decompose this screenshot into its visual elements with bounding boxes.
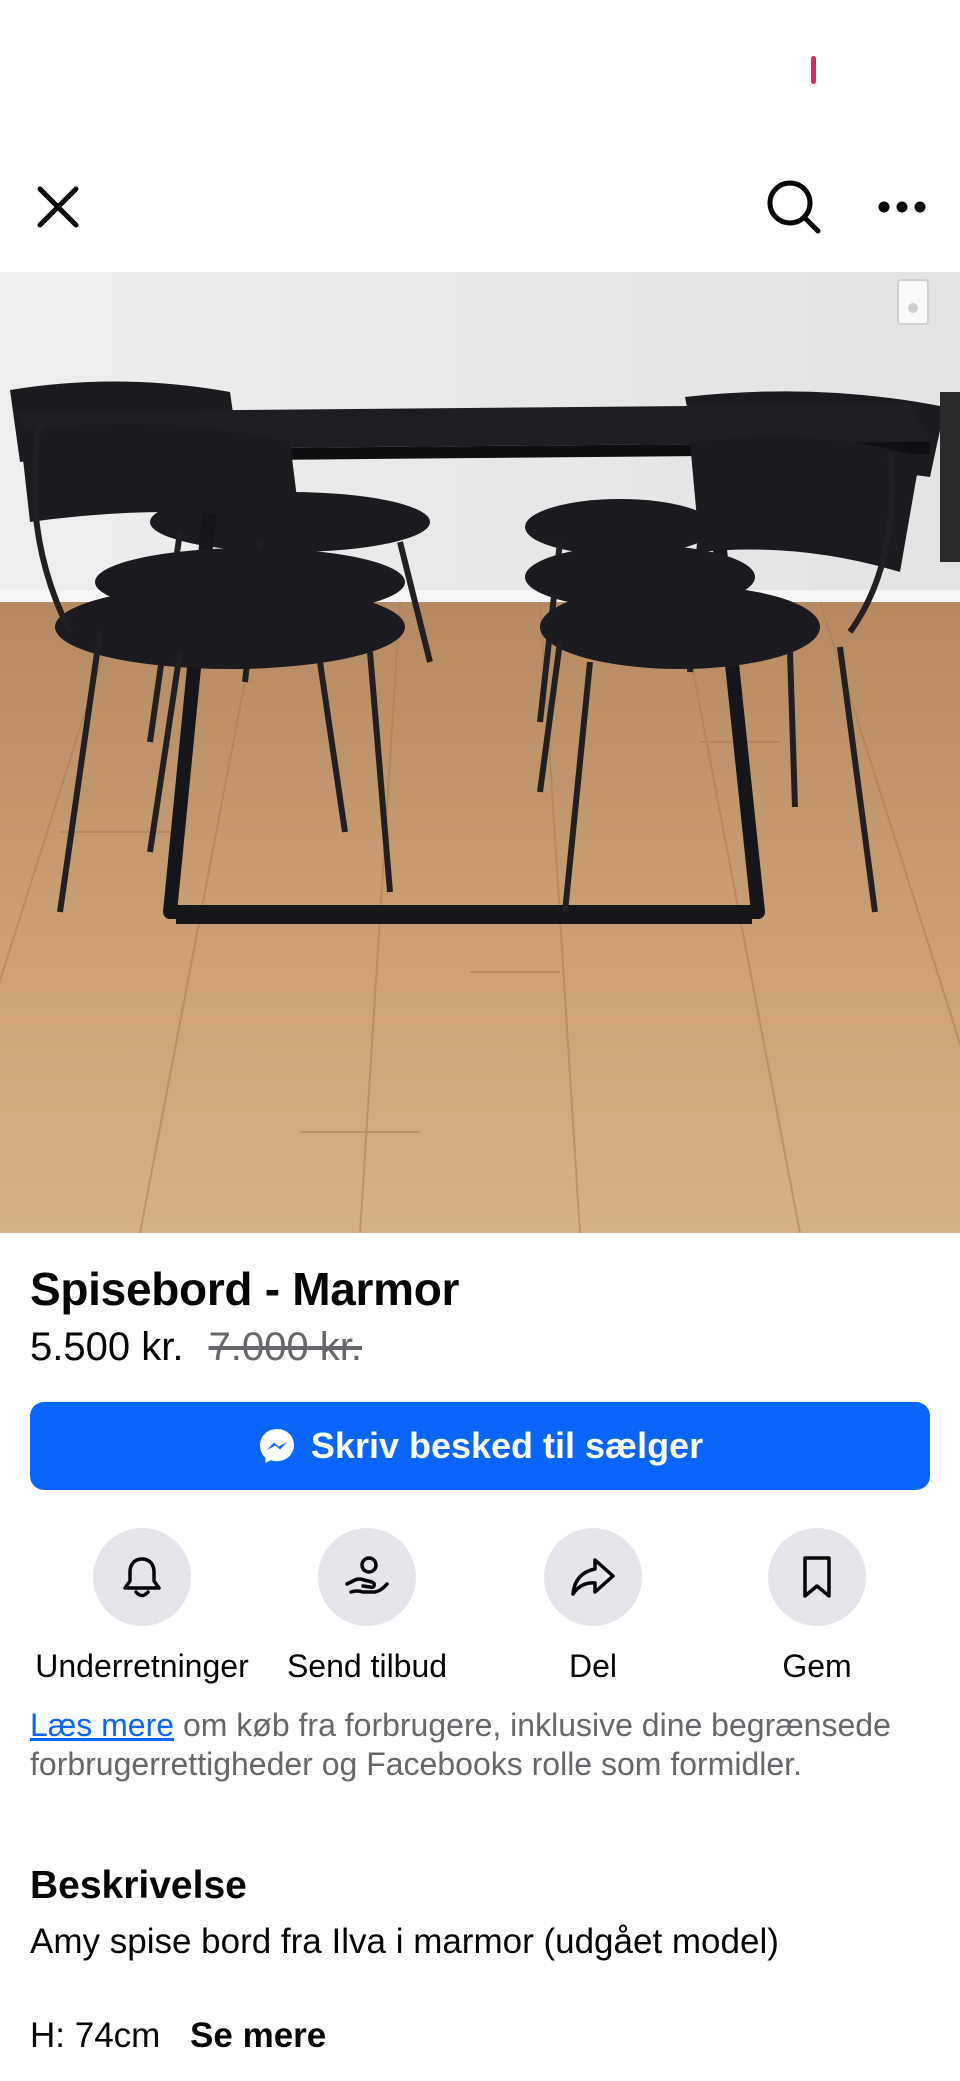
offer-hand-icon [345, 1556, 389, 1594]
share-circle [544, 1528, 642, 1626]
current-price: 5.500 kr. [30, 1325, 184, 1369]
top-toolbar [0, 150, 960, 272]
close-icon [37, 186, 79, 228]
more-options-button[interactable] [866, 171, 938, 243]
dimension-text: H: 74cm [30, 2016, 161, 2055]
more-horizontal-icon [878, 201, 926, 213]
action-row: Underretninger Send tilbud Del Gem [0, 1528, 960, 1684]
listing-photo[interactable] [0, 272, 960, 1233]
description-text: Amy spise bord fra Ilva i marmor (udgået… [30, 1922, 779, 1961]
save-circle [768, 1528, 866, 1626]
recording-indicator [811, 56, 816, 84]
send-offer-label: Send tilbud [286, 1648, 448, 1684]
see-more-link[interactable]: Se mere [190, 2016, 326, 2055]
notifications-label: Underretninger [35, 1648, 249, 1684]
send-offer-circle [318, 1528, 416, 1626]
bookmark-icon [803, 1556, 831, 1598]
consumer-rights-info: Læs mere om køb fra forbrugere, inklusiv… [30, 1706, 940, 1784]
description-heading: Beskrivelse [30, 1864, 247, 1907]
product-photo [0, 272, 960, 1233]
read-more-link[interactable]: Læs mere [30, 1707, 174, 1743]
message-seller-label: Skriv besked til sælger [310, 1425, 704, 1466]
original-price: 7.000 kr. [208, 1325, 362, 1369]
messenger-icon [259, 1429, 294, 1463]
share-label: Del [568, 1648, 617, 1684]
search-button[interactable] [758, 171, 830, 243]
search-icon [767, 180, 821, 234]
price-row: 5.500 kr. 7.000 kr. [30, 1325, 362, 1370]
status-bar [0, 0, 960, 150]
notifications-action[interactable]: Underretninger [22, 1528, 262, 1685]
save-label: Gem [782, 1648, 852, 1684]
send-offer-action[interactable]: Send tilbud [247, 1528, 487, 1685]
share-arrow-icon [571, 1558, 615, 1596]
listing-title: Spisebord - Marmor [30, 1263, 460, 1315]
notifications-circle [93, 1528, 191, 1626]
description-dimension-row: H: 74cm Se mere [30, 2016, 326, 2056]
message-seller-button[interactable]: Skriv besked til sælger [30, 1402, 930, 1490]
bell-icon [123, 1557, 161, 1598]
close-button[interactable] [22, 171, 94, 243]
share-action[interactable]: Del [473, 1528, 713, 1685]
save-action[interactable]: Gem [697, 1528, 937, 1685]
